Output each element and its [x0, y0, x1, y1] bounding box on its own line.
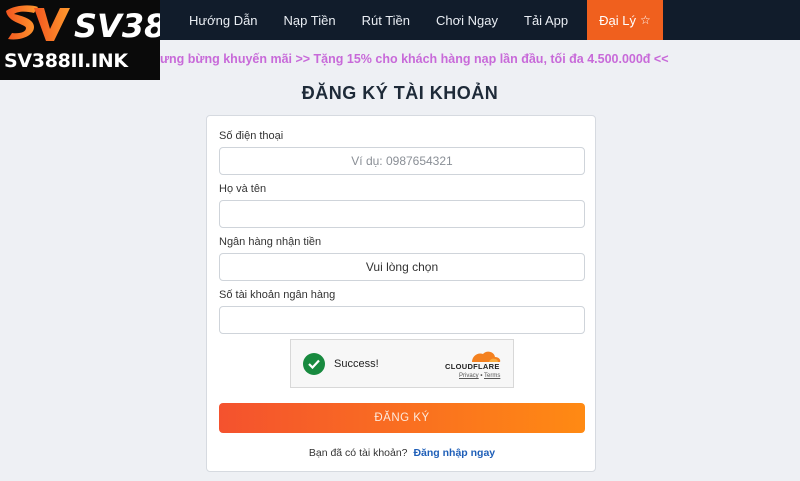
account-number-label: Số tài khoản ngân hàng — [219, 289, 336, 301]
logo-domain-text: SV388II.INK — [4, 50, 128, 72]
logo-text: SV388 — [74, 7, 160, 45]
privacy-link[interactable]: Privacy — [459, 373, 479, 379]
bank-select[interactable]: Vui lòng chọn — [219, 253, 585, 281]
sv388-logo-mark: SV388 — [6, 5, 160, 45]
nav-item-deposit[interactable]: Nạp Tiền — [271, 0, 349, 40]
captcha-links: Privacy • Terms — [459, 373, 500, 379]
link-separator: • — [480, 373, 483, 379]
bank-select-value: Vui lòng chọn — [365, 260, 439, 274]
nav-item-agent[interactable]: Đại Lý ☆ — [587, 0, 663, 40]
captcha-status: Success! — [334, 358, 379, 370]
fullname-input[interactable] — [219, 200, 585, 228]
cloudflare-captcha[interactable]: Success! CLOUDFLARE Privacy • Terms — [290, 339, 514, 388]
nav-item-agent-label: Đại Lý — [599, 12, 636, 28]
login-prompt-text: Bạn đã có tài khoản? — [308, 447, 408, 459]
nav-item-guide[interactable]: Hướng Dẫn — [176, 0, 271, 40]
nav-item-download-app[interactable]: Tải App — [511, 0, 581, 40]
phone-label: Số điện thoại — [219, 130, 284, 142]
promo-marquee: ưng bừng khuyến mãi >> Tặng 15% cho khác… — [160, 52, 669, 66]
login-link[interactable]: Đăng nhập ngay — [413, 447, 495, 459]
login-prompt: Bạn đã có tài khoản? Đăng nhập ngay — [207, 447, 597, 459]
nav-item-play-now[interactable]: Chơi Ngay — [423, 0, 511, 40]
terms-link[interactable]: Terms — [484, 373, 500, 379]
nav-item-withdraw[interactable]: Rút Tiền — [349, 0, 423, 40]
cloudflare-wordmark: CLOUDFLARE — [445, 362, 500, 371]
star-icon: ☆ — [639, 13, 651, 27]
page-title: ĐĂNG KÝ TÀI KHOẢN — [301, 83, 499, 103]
main-nav: Hướng Dẫn Nạp Tiền Rút Tiền Chơi Ngay Tả… — [176, 0, 663, 40]
register-button[interactable]: ĐĂNG KÝ — [219, 403, 585, 433]
phone-input[interactable] — [219, 147, 585, 175]
fullname-label: Họ và tên — [219, 183, 267, 195]
account-number-input[interactable] — [219, 306, 585, 334]
register-form-card: Số điện thoại Họ và tên Ngân hàng nhận t… — [206, 115, 596, 472]
site-logo[interactable]: SV388 SV388II.INK — [0, 0, 160, 80]
success-check-icon — [303, 353, 325, 375]
bank-label: Ngân hàng nhận tiền — [219, 236, 322, 248]
